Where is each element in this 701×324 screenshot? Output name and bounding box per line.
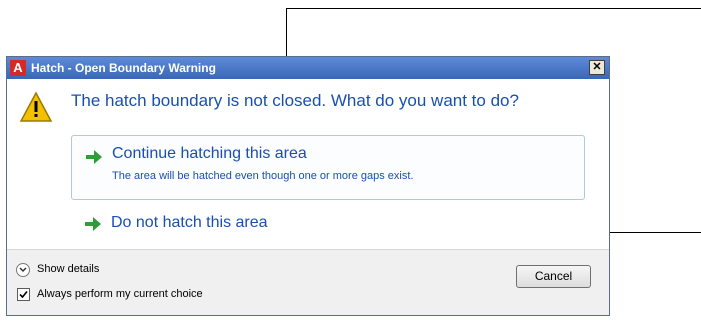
continue-hatching-label: Continue hatching this area	[112, 145, 307, 162]
continue-hatching-description: The area will be hatched even though one…	[112, 170, 414, 182]
green-arrow-icon	[86, 150, 102, 164]
do-not-hatch-label: Do not hatch this area	[111, 214, 268, 231]
dialog-title: Hatch - Open Boundary Warning	[31, 61, 216, 75]
green-arrow-icon	[85, 217, 101, 231]
cancel-button[interactable]: Cancel	[516, 265, 591, 288]
do-not-hatch-option[interactable]: Do not hatch this area	[71, 207, 585, 241]
close-button[interactable]: ✕	[589, 60, 605, 75]
show-details-toggle[interactable]: Show details	[37, 263, 99, 275]
drawing-line-left	[286, 8, 287, 56]
autocad-app-icon: A	[10, 60, 26, 76]
drawing-line-top	[286, 8, 701, 9]
title-bar: A Hatch - Open Boundary Warning ✕	[7, 57, 609, 79]
main-instruction: The hatch boundary is not closed. What d…	[71, 91, 519, 110]
hatch-warning-dialog: A Hatch - Open Boundary Warning ✕ The ha…	[6, 56, 610, 316]
always-perform-checkbox[interactable]	[17, 288, 30, 301]
continue-hatching-option[interactable]: Continue hatching this area The area wil…	[71, 135, 585, 200]
always-perform-label[interactable]: Always perform my current choice	[37, 288, 203, 300]
drawing-line-right	[610, 232, 701, 233]
dialog-footer: Show details Always perform my current c…	[7, 249, 609, 315]
warning-triangle-icon	[19, 91, 53, 122]
chevron-down-icon[interactable]	[16, 263, 30, 277]
